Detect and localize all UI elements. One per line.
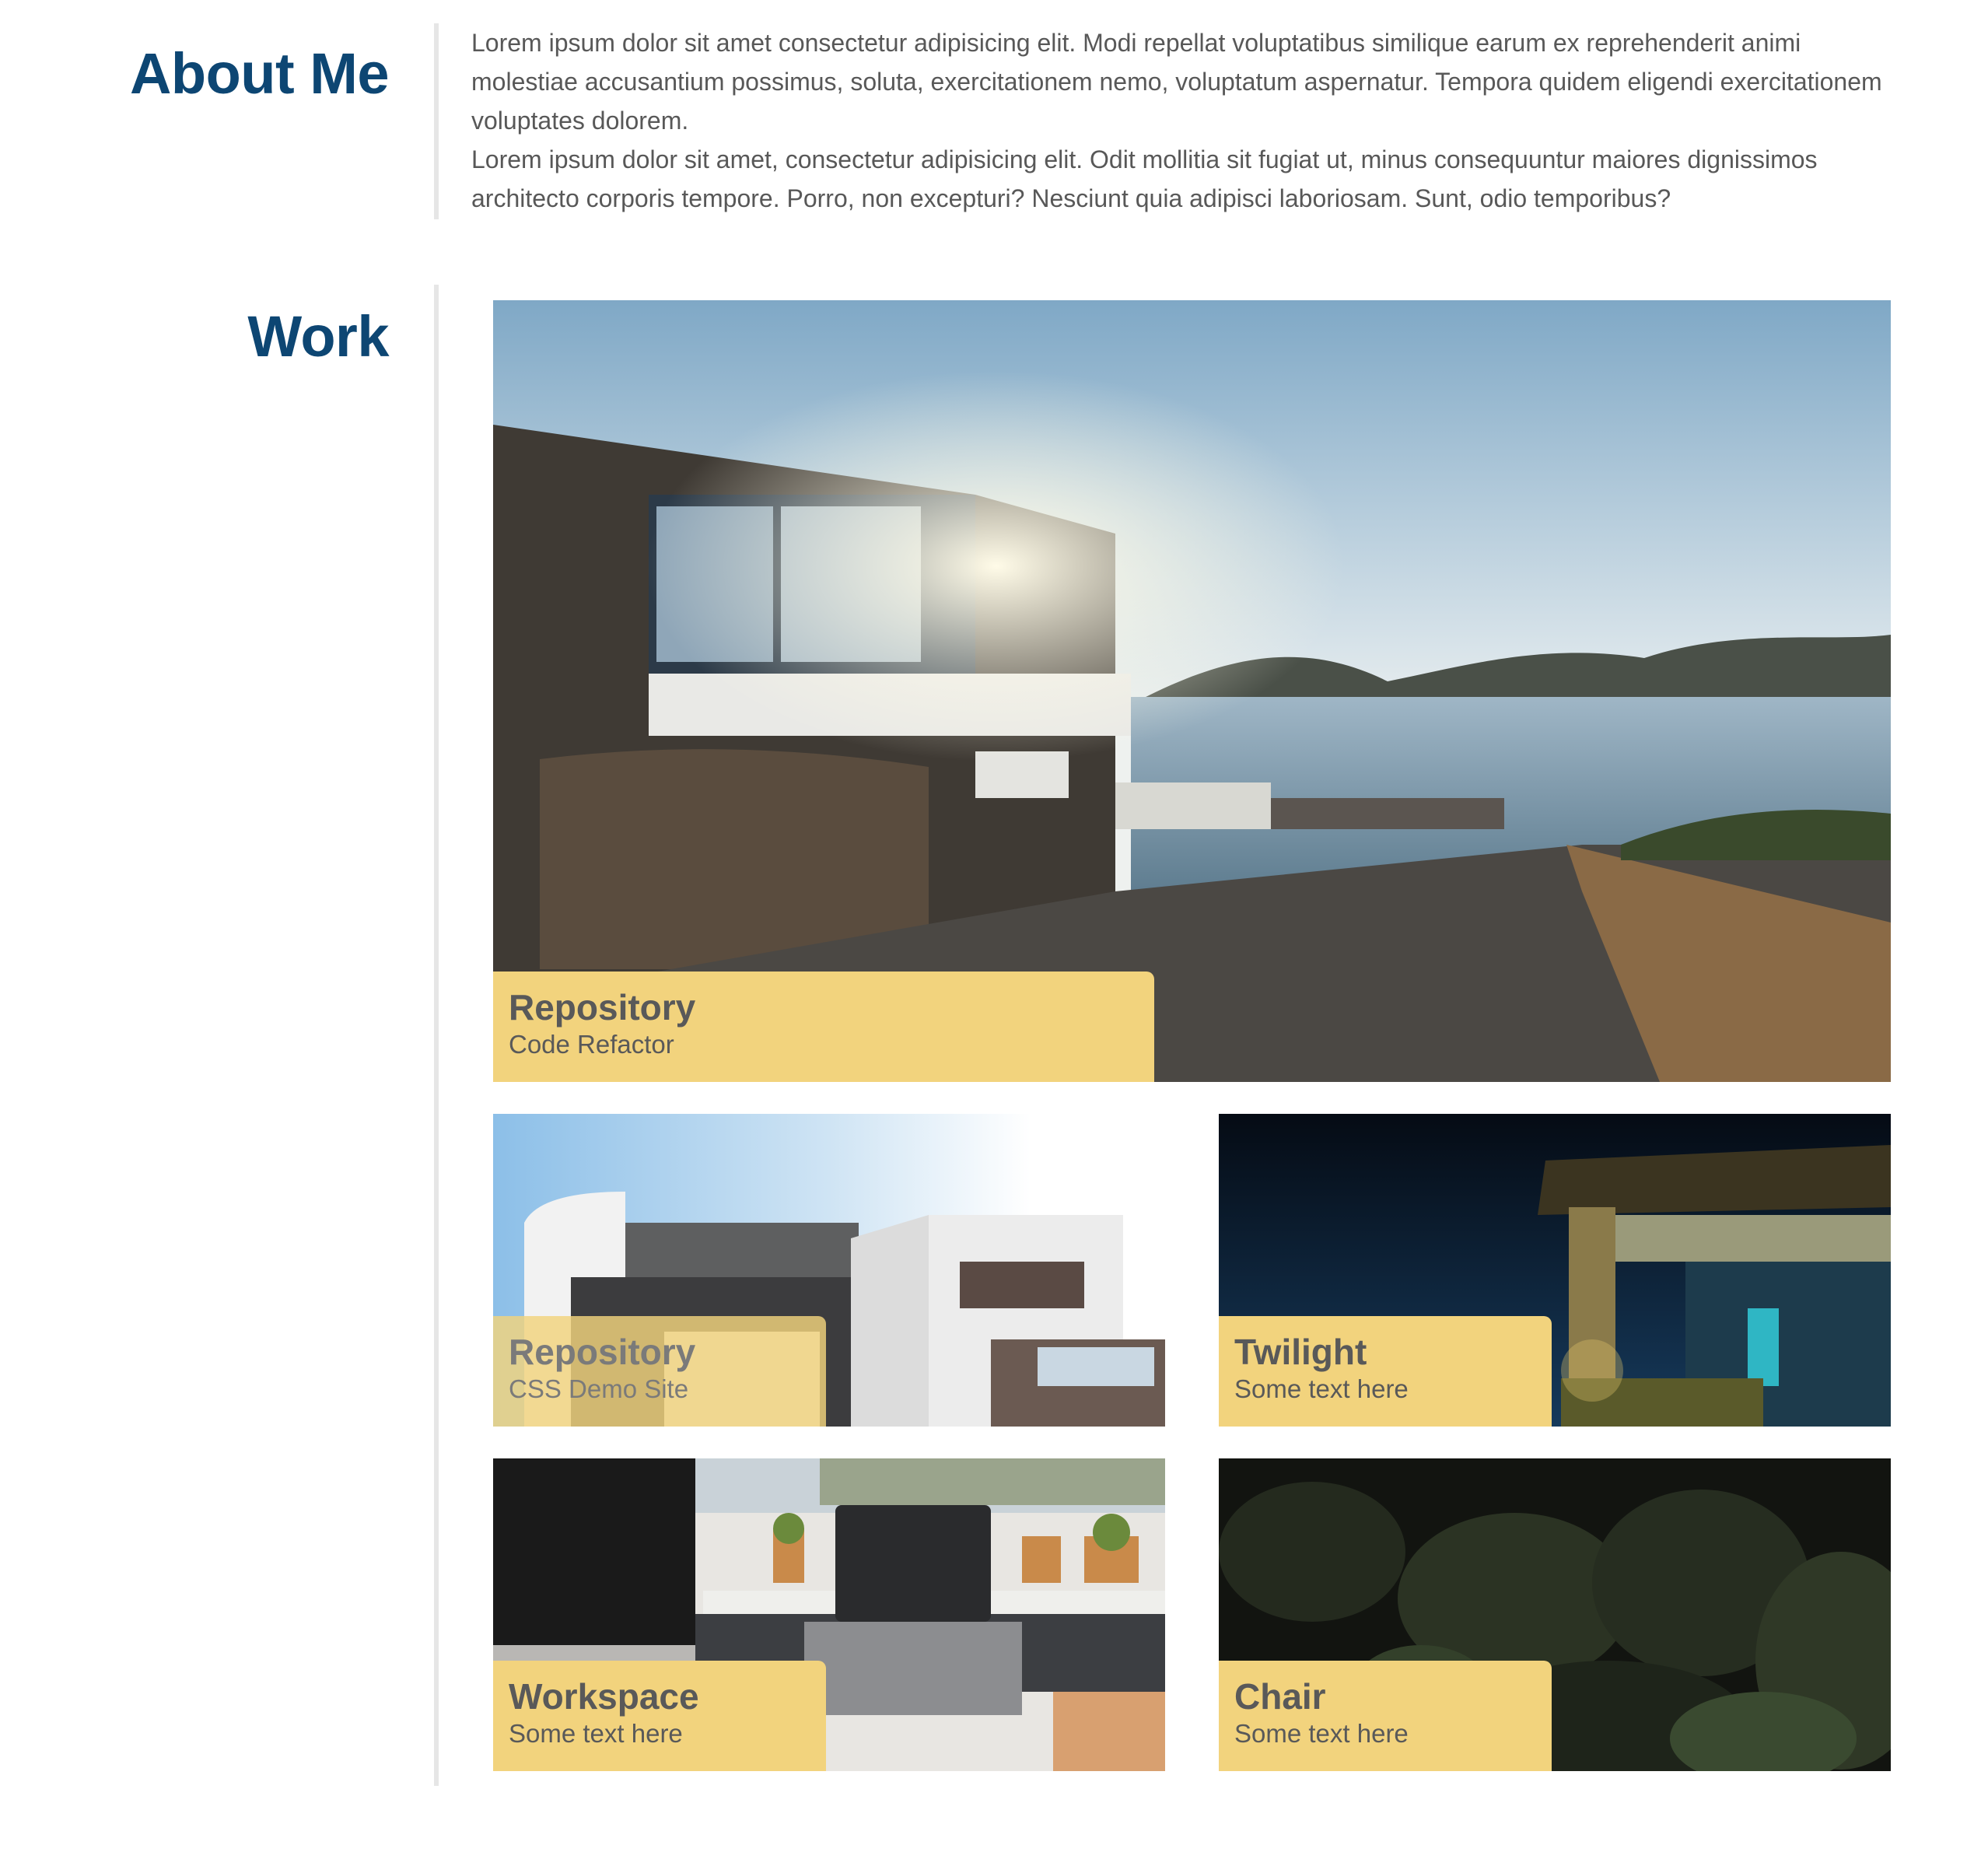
work-card-2-title: Repository: [509, 1332, 696, 1372]
work-card-5-title: Chair: [1234, 1676, 1326, 1717]
about-section: About Me Lorem ipsum dolor sit amet cons…: [0, 0, 1988, 233]
about-text: Lorem ipsum dolor sit amet consectetur a…: [471, 23, 1902, 218]
work-divider: [434, 285, 439, 1786]
work-card-1-subtitle: Code Refactor: [509, 1030, 674, 1059]
work-title-wrap: Work: [0, 303, 389, 373]
work-card-1[interactable]: Repository Code Refactor: [493, 300, 1891, 1082]
work-card-4-title: Workspace: [509, 1676, 699, 1717]
about-divider: [434, 23, 439, 219]
work-card-3-subtitle: Some text here: [1234, 1374, 1409, 1403]
about-paragraph-2: Lorem ipsum dolor sit amet, consectetur …: [471, 145, 1818, 212]
work-card-1-caption: Repository Code Refactor: [493, 972, 1154, 1082]
seaside-villa-image: [493, 300, 1891, 1082]
work-card-5-caption: Chair Some text here: [1219, 1661, 1552, 1771]
about-paragraph-1: Lorem ipsum dolor sit amet consectetur a…: [471, 29, 1882, 135]
work-card-5[interactable]: Chair Some text here: [1219, 1458, 1891, 1771]
work-card-3-title: Twilight: [1234, 1332, 1367, 1372]
work-title: Work: [247, 304, 389, 369]
work-card-1-title: Repository: [509, 987, 696, 1028]
about-title-wrap: About Me: [0, 40, 390, 110]
work-card-5-subtitle: Some text here: [1234, 1719, 1409, 1748]
work-card-2-caption: Repository CSS Demo Site: [493, 1316, 826, 1427]
work-card-4[interactable]: Workspace Some text here: [493, 1458, 1165, 1771]
work-card-4-caption: Workspace Some text here: [493, 1661, 826, 1771]
work-card-3[interactable]: Twilight Some text here: [1219, 1114, 1891, 1427]
work-card-2-subtitle: CSS Demo Site: [509, 1374, 689, 1403]
work-card-4-subtitle: Some text here: [509, 1719, 683, 1748]
work-card-3-caption: Twilight Some text here: [1219, 1316, 1552, 1427]
about-title: About Me: [129, 41, 390, 106]
work-section: Work Repository Code Refactor Repository…: [0, 280, 1988, 1797]
work-card-2[interactable]: Repository CSS Demo Site: [493, 1114, 1165, 1427]
